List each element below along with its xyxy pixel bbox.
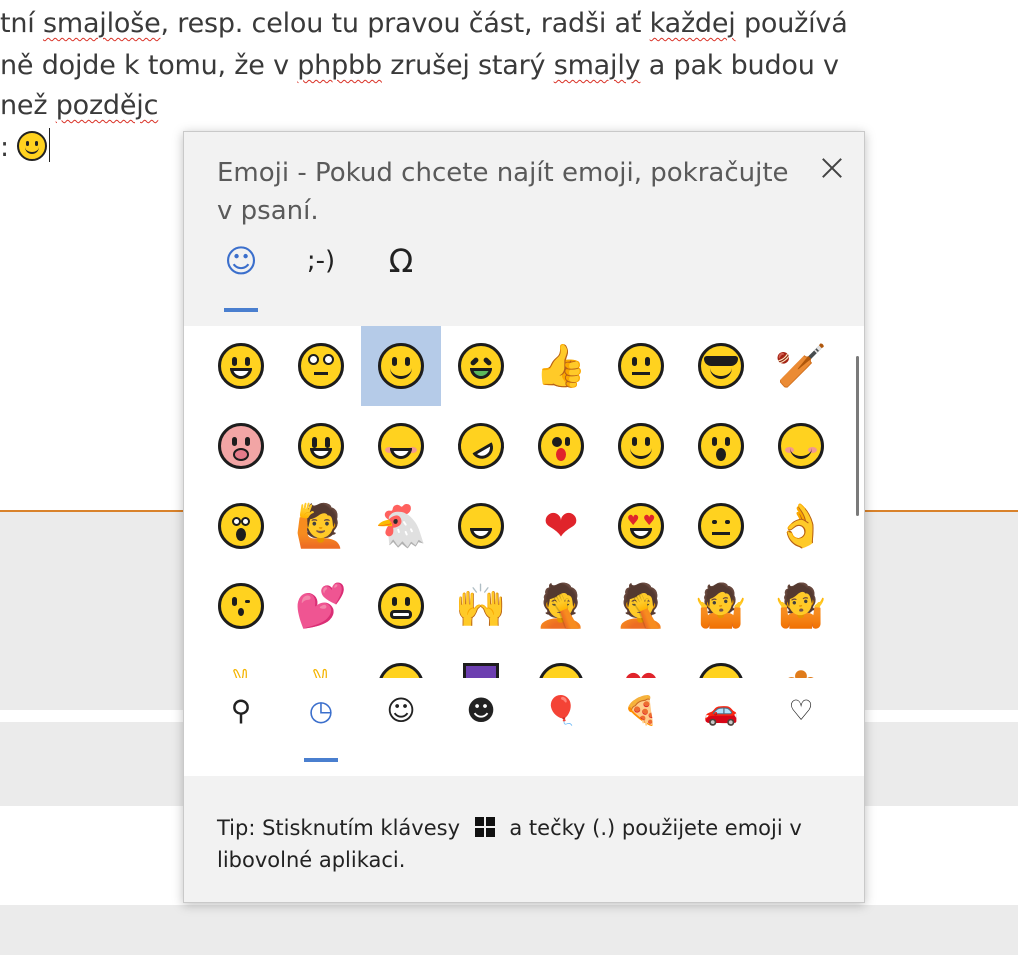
gray-section [0,905,1018,955]
cricket-bat-emoji-icon[interactable]: 🏏 [761,326,841,406]
heart-eyes-emoji-icon[interactable]: ♥ ♥ [601,486,681,566]
inserted-smiley-icon [17,131,48,161]
shrug-man-emoji-icon[interactable]: 🤷 [761,566,841,646]
rolling-eyes-emoji-icon[interactable] [281,326,361,406]
face-emoji-icon[interactable] [681,646,761,678]
joy-emoji-icon[interactable] [441,486,521,566]
tip-text: Tip: Stisknutím klávesy a tečky (.) použ… [217,816,802,872]
emoji-panel: Emoji - Pokud chcete najít emoji, pokrač… [183,131,865,903]
windows-logo-icon [474,817,495,837]
thumbs-up-emoji-icon[interactable]: 👍 [521,326,601,406]
yum-emoji-icon[interactable] [601,406,681,486]
category-people[interactable]: ☻ [451,694,511,754]
category-travel[interactable]: 🚗 [691,694,751,754]
person-icon: ☻ [466,694,496,727]
car-icon: 🚗 [703,694,739,727]
category-celebration[interactable]: 🎈 [531,694,591,754]
facepalm-woman-emoji-icon[interactable]: 🤦 [521,566,601,646]
tab-symbols[interactable]: Ω [371,242,431,312]
doc-line-1: tní smajloše, resp. celou tu pravou část… [0,8,848,39]
tab-kaomoji[interactable]: ;-) [291,242,351,316]
panel-title: Emoji - Pokud chcete najít emoji, pokrač… [217,158,789,226]
tab-emoji[interactable]: ☺ [211,242,271,312]
category-smileys[interactable]: ☺ [371,694,431,754]
category-nav: ⚲ ◷ ☺ ☻ 🎈 🍕 🚗 ♡ [184,678,864,776]
doc-line-2: ně dojde k tomu, že v phpbb zrušej starý… [0,50,839,81]
raising-hand-emoji-icon[interactable]: 🙋 [281,486,361,566]
purple-emoji-icon[interactable] [441,646,521,678]
unamused-emoji-icon[interactable] [681,486,761,566]
raised-hands-emoji-icon[interactable]: 🙌 [441,566,521,646]
active-category-indicator [304,758,338,762]
nauseated-emoji-icon[interactable] [441,326,521,406]
balloon-icon: 🎈 [543,694,579,727]
hushed-emoji-icon[interactable] [681,406,761,486]
text-caret [49,128,51,162]
blush-emoji-icon[interactable] [361,406,441,486]
omega-icon: Ω [388,242,414,280]
face-emoji-icon[interactable] [521,646,601,678]
smiley-icon: ☺ [386,694,416,727]
smiling-blush-emoji-icon[interactable] [761,406,841,486]
sunglasses-emoji-icon[interactable] [681,326,761,406]
ok-hand-emoji-icon[interactable]: 👌 [761,486,841,566]
emoji-grid: 👍 🏏 🙋 🐔 ❤ ♥♥ 👌 💕 🙌 🤦 🤦 🤷 🤷 ✌ ✌ [184,326,864,678]
astonished-emoji-icon[interactable] [201,486,281,566]
category-food[interactable]: 🍕 [611,694,671,754]
emoji-scrollbar[interactable] [856,356,859,516]
flower-emoji-icon[interactable]: ✿ [761,646,841,679]
rofl-emoji-icon[interactable] [441,406,521,486]
close-button[interactable] [812,148,852,188]
doc-line-4[interactable]: : [0,128,51,163]
category-search[interactable]: ⚲ [211,694,271,754]
pizza-icon: 🍕 [623,694,659,727]
smiley-icon: ☺ [224,242,258,280]
kissing-heart-emoji-icon[interactable] [201,566,281,646]
grinning-emoji-icon[interactable] [201,326,281,406]
grimacing-emoji-icon[interactable] [361,566,441,646]
slightly-smiling-emoji-icon[interactable] [361,326,441,406]
category-recent[interactable]: ◷ [291,694,351,762]
doc-line-3: než pozdějc [0,90,159,121]
shrug-woman-emoji-icon[interactable]: 🤷 [681,566,761,646]
victory-hand-emoji-icon[interactable]: ✌ [281,646,361,679]
kaomoji-label: ;-) [306,246,336,276]
face-emoji-icon[interactable] [361,646,441,678]
chicken-emoji-icon[interactable]: 🐔 [361,486,441,566]
zany-emoji-icon[interactable] [521,406,601,486]
victory-hand-emoji-icon[interactable]: ✌ [201,646,281,679]
facepalm-man-emoji-icon[interactable]: 🤦 [601,566,681,646]
category-symbols[interactable]: ♡ [771,694,831,754]
active-tab-indicator [224,308,258,312]
pig-emoji-icon[interactable] [201,406,281,486]
search-icon: ⚲ [230,694,252,727]
neutral-emoji-icon[interactable] [601,326,681,406]
heart-emoji-icon[interactable]: ❤ [601,646,681,679]
two-hearts-emoji-icon[interactable]: 💕 [281,566,361,646]
clock-icon: ◷ [308,694,334,727]
smiley-emoji-icon[interactable] [281,406,361,486]
heart-icon: ♡ [788,694,814,727]
red-heart-emoji-icon[interactable]: ❤ [521,486,601,566]
